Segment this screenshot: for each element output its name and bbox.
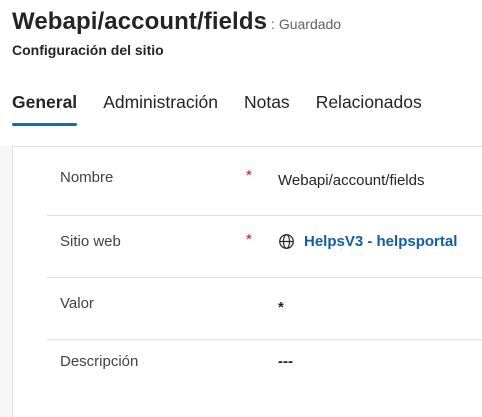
required-marker: * bbox=[246, 167, 252, 184]
field-divider bbox=[47, 277, 482, 278]
sitio-web-link[interactable]: HelpsV3 - helpsportal bbox=[304, 233, 457, 250]
field-row-descripcion: Descripción --- bbox=[13, 353, 482, 409]
field-label-valor: Valor bbox=[60, 295, 94, 312]
descripcion-field[interactable]: --- bbox=[278, 353, 293, 370]
tab-list: General Administración Notas Relacionado… bbox=[12, 88, 448, 128]
title-row: Webapi/account/fields: Guardado bbox=[12, 8, 341, 36]
valor-field[interactable]: * bbox=[278, 299, 284, 316]
field-divider bbox=[47, 215, 482, 216]
tab-notas[interactable]: Notas bbox=[244, 88, 290, 128]
tab-administracion[interactable]: Administración bbox=[103, 88, 218, 128]
field-row-nombre: Nombre * Webapi/account/fields bbox=[13, 167, 482, 225]
globe-icon bbox=[279, 234, 294, 249]
save-status: : Guardado bbox=[271, 16, 342, 32]
record-title: Webapi/account/fields bbox=[12, 8, 268, 35]
general-section: Nombre * Webapi/account/fields Sitio web… bbox=[12, 146, 482, 417]
record-header: Webapi/account/fields: Guardado Configur… bbox=[0, 0, 482, 146]
tab-general[interactable]: General bbox=[12, 88, 78, 128]
field-row-valor: Valor * bbox=[13, 295, 482, 351]
field-label-descripcion: Descripción bbox=[60, 353, 139, 370]
form-page: Webapi/account/fields: Guardado Configur… bbox=[0, 0, 482, 417]
field-label-sitio-web: Sitio web bbox=[60, 233, 121, 250]
field-label-nombre: Nombre bbox=[60, 169, 114, 186]
nombre-field[interactable]: Webapi/account/fields bbox=[278, 172, 424, 189]
required-marker: * bbox=[246, 231, 252, 248]
entity-type-label: Configuración del sitio bbox=[12, 42, 164, 58]
tab-relacionados[interactable]: Relacionados bbox=[316, 88, 422, 128]
sitio-web-lookup[interactable]: HelpsV3 - helpsportal bbox=[278, 233, 457, 250]
field-divider bbox=[47, 339, 482, 340]
field-row-sitio-web: Sitio web * HelpsV3 - helpsportal bbox=[13, 231, 482, 289]
